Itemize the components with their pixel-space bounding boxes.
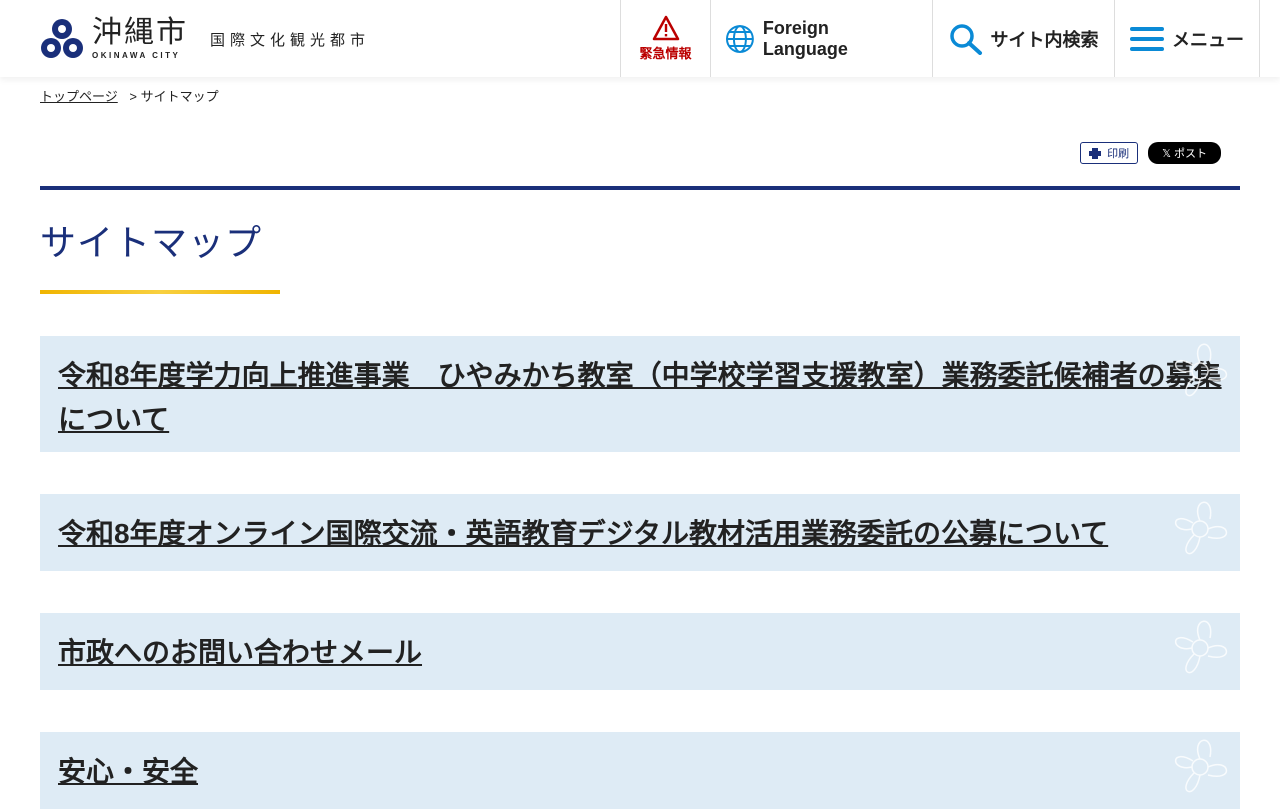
flower-decoration-icon bbox=[1175, 620, 1228, 674]
sitemap-link[interactable]: 市政へのお問い合わせメール bbox=[58, 637, 422, 668]
x-post-button[interactable]: 𝕏 ポスト bbox=[1148, 142, 1221, 164]
warning-icon bbox=[652, 15, 679, 41]
x-logo-icon: 𝕏 bbox=[1162, 148, 1174, 160]
sitemap-link[interactable]: 令和8年度オンライン国際交流・英語教育デジタル教材活用業務委託の公募について bbox=[58, 518, 1108, 549]
logo-name-en: OKINAWA CITY bbox=[92, 50, 181, 60]
title-underline bbox=[40, 290, 280, 294]
sitemap-item: 安心・安全 bbox=[40, 732, 1240, 809]
menu-label: メニュー bbox=[1172, 29, 1244, 50]
emergency-label: 緊急情報 bbox=[639, 46, 692, 61]
sitemap-item: 市政へのお問い合わせメール bbox=[40, 613, 1240, 690]
breadcrumb-current: サイトマップ bbox=[140, 89, 219, 104]
print-label: 印刷 bbox=[1107, 148, 1130, 160]
foreign-language-button[interactable]: Foreign Language bbox=[710, 0, 932, 77]
emergency-button[interactable]: 緊急情報 bbox=[620, 0, 710, 77]
title-rule bbox=[40, 186, 1240, 190]
breadcrumb-home[interactable]: トップページ bbox=[40, 89, 118, 104]
globe-icon bbox=[725, 24, 754, 53]
sitemap-item: 令和8年度学力向上推進事業 ひやみかち教室（中学校学習支援教室）業務委託候補者の… bbox=[40, 336, 1240, 452]
tagline: 国際文化観光都市 bbox=[210, 32, 371, 49]
site-search-label: サイト内検索 bbox=[990, 29, 1099, 50]
site-header: 沖縄市 OKINAWA CITY 国際文化観光都市 緊急情報 Foreign L… bbox=[0, 0, 1280, 77]
page-title: サイトマップ bbox=[40, 222, 263, 263]
flower-decoration-icon bbox=[1175, 343, 1228, 397]
breadcrumb-separator: > bbox=[129, 89, 137, 104]
share-tools: 印刷 𝕏 ポスト bbox=[0, 114, 1280, 164]
site-logo[interactable]: 沖縄市 OKINAWA CITY 国際文化観光都市 bbox=[0, 0, 620, 77]
menu-button[interactable]: メニュー bbox=[1114, 0, 1260, 77]
post-label: ポスト bbox=[1174, 148, 1207, 160]
printer-icon bbox=[1089, 147, 1102, 159]
flower-decoration-icon bbox=[1175, 739, 1228, 793]
search-icon bbox=[949, 23, 982, 55]
flower-decoration-icon bbox=[1175, 501, 1228, 555]
site-search-button[interactable]: サイト内検索 bbox=[932, 0, 1114, 77]
logo-name: 沖縄市 bbox=[92, 15, 188, 49]
hamburger-icon bbox=[1130, 26, 1164, 51]
breadcrumb: トップページ > サイトマップ bbox=[0, 77, 1280, 114]
sitemap-link[interactable]: 安心・安全 bbox=[58, 756, 198, 787]
foreign-language-label: Foreign Language bbox=[762, 17, 848, 59]
print-button[interactable]: 印刷 bbox=[1080, 142, 1139, 164]
city-emblem-icon bbox=[41, 18, 83, 58]
sitemap-item: 令和8年度オンライン国際交流・英語教育デジタル教材活用業務委託の公募について bbox=[40, 494, 1240, 571]
sitemap-link[interactable]: 令和8年度学力向上推進事業 ひやみかち教室（中学校学習支援教室）業務委託候補者の… bbox=[58, 360, 1222, 435]
